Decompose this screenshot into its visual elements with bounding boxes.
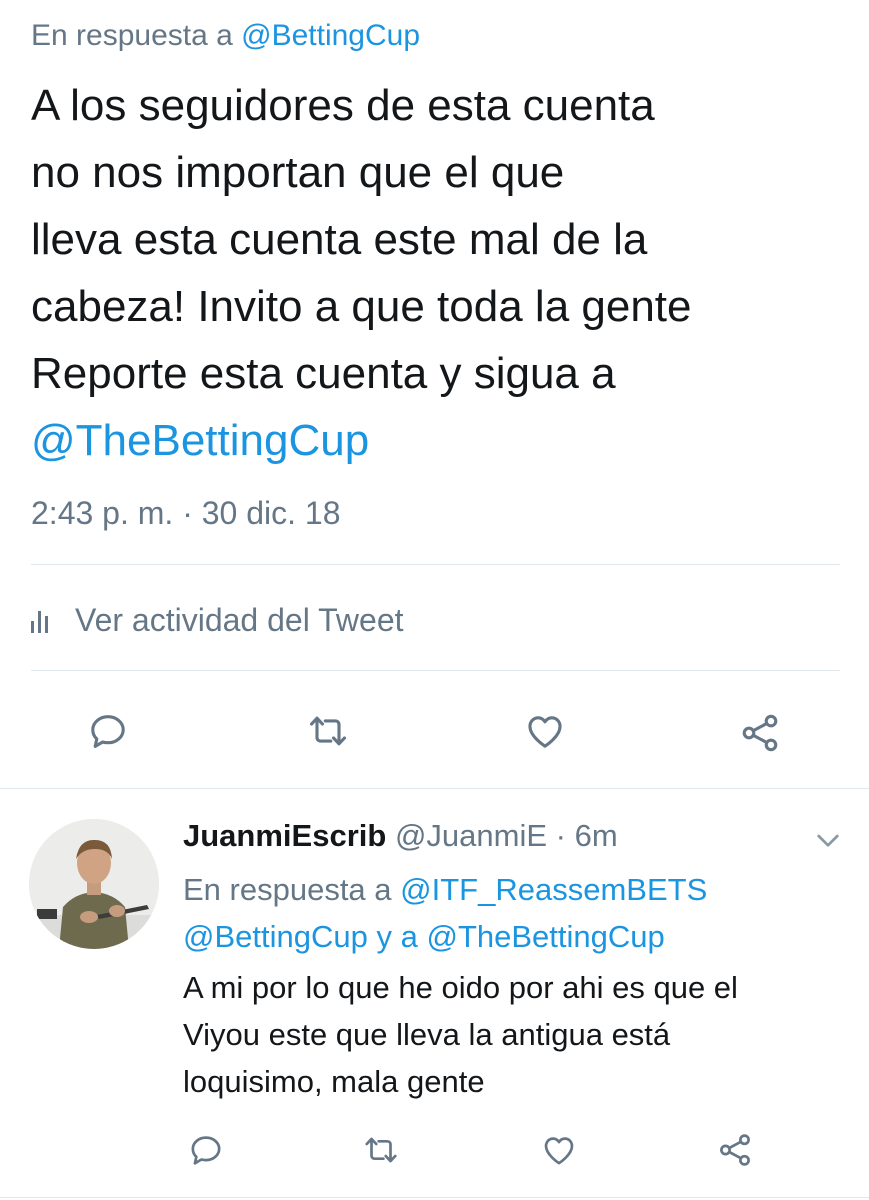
reply-handle-link[interactable]: @BettingCup bbox=[183, 919, 368, 954]
like-button[interactable] bbox=[520, 706, 570, 756]
bottom-divider bbox=[0, 1197, 869, 1198]
tweet-actions bbox=[0, 706, 869, 758]
divider bbox=[31, 564, 840, 565]
reply-icon bbox=[191, 1136, 221, 1165]
tweet-menu-button[interactable] bbox=[812, 824, 844, 856]
reply-context: En respuesta a @ITF_ReassemBETS @Betting… bbox=[183, 866, 707, 960]
tweet-activity-label: Ver actividad del Tweet bbox=[75, 601, 404, 638]
tweet-text: A los seguidores de esta cuenta no nos i… bbox=[31, 72, 851, 474]
retweet-button[interactable] bbox=[303, 706, 353, 756]
share-button[interactable] bbox=[735, 708, 785, 758]
avatar-photo bbox=[29, 819, 159, 949]
share-icon bbox=[742, 714, 778, 752]
bar-chart-icon bbox=[31, 607, 53, 633]
share-button[interactable] bbox=[713, 1128, 757, 1172]
reply-handle-link[interactable]: @BettingCup bbox=[241, 19, 420, 52]
divider bbox=[31, 670, 840, 671]
reply-tweet-text: A mi por lo que he oido por ahi es que e… bbox=[183, 964, 738, 1105]
reply-header: JuanmiEscrib @JuanmiE · 6m bbox=[183, 814, 618, 858]
avatar[interactable] bbox=[29, 819, 159, 949]
reply-handle-link[interactable]: @ITF_ReassemBETS bbox=[400, 872, 707, 907]
retweet-icon bbox=[309, 716, 347, 746]
reply-icon bbox=[91, 715, 125, 748]
retweet-button[interactable] bbox=[359, 1128, 403, 1172]
section-divider bbox=[0, 788, 869, 789]
reply-prefix: En respuesta a bbox=[183, 872, 392, 907]
mention-link[interactable]: @TheBettingCup bbox=[31, 407, 851, 474]
reply-conjunction: y a bbox=[376, 919, 418, 954]
tweet-text-line: A mi por lo que he oido por ahi es que e… bbox=[183, 970, 738, 1005]
tweet-text-line: Viyou este que lleva la antigua está bbox=[183, 1017, 671, 1052]
share-icon bbox=[720, 1134, 750, 1166]
reply-tweet-actions bbox=[0, 1128, 869, 1174]
reply-prefix: En respuesta a bbox=[31, 19, 233, 52]
display-name[interactable]: JuanmiEscrib bbox=[183, 818, 386, 853]
user-handle[interactable]: @JuanmiE bbox=[395, 818, 547, 853]
tweet-text-line: Reporte esta cuenta y sigua a bbox=[31, 349, 616, 398]
retweet-icon bbox=[365, 1137, 397, 1163]
reply-button[interactable] bbox=[83, 706, 133, 756]
tweet-text-line: cabeza! Invito a que toda la gente bbox=[31, 282, 692, 331]
like-button[interactable] bbox=[537, 1128, 581, 1172]
tweet-text-line: no nos importan que el que bbox=[31, 148, 565, 197]
reply-context: En respuesta a @BettingCup bbox=[31, 12, 420, 60]
tweet-activity-link[interactable]: Ver actividad del Tweet bbox=[31, 596, 404, 644]
tweet-text-line: loquisimo, mala gente bbox=[183, 1064, 485, 1099]
relative-time: 6m bbox=[574, 818, 618, 853]
header-separator: · bbox=[555, 818, 566, 853]
tweet-text-line: A los seguidores de esta cuenta bbox=[31, 81, 655, 130]
tweet-text-line: lleva esta cuenta este mal de la bbox=[31, 215, 648, 264]
heart-icon bbox=[528, 716, 562, 748]
heart-icon bbox=[544, 1137, 574, 1165]
reply-handle-link[interactable]: @TheBettingCup bbox=[426, 919, 664, 954]
tweet-timestamp: 2:43 p. m. · 30 dic. 18 bbox=[31, 495, 341, 531]
reply-button[interactable] bbox=[184, 1128, 228, 1172]
chevron-down-icon bbox=[817, 834, 839, 847]
